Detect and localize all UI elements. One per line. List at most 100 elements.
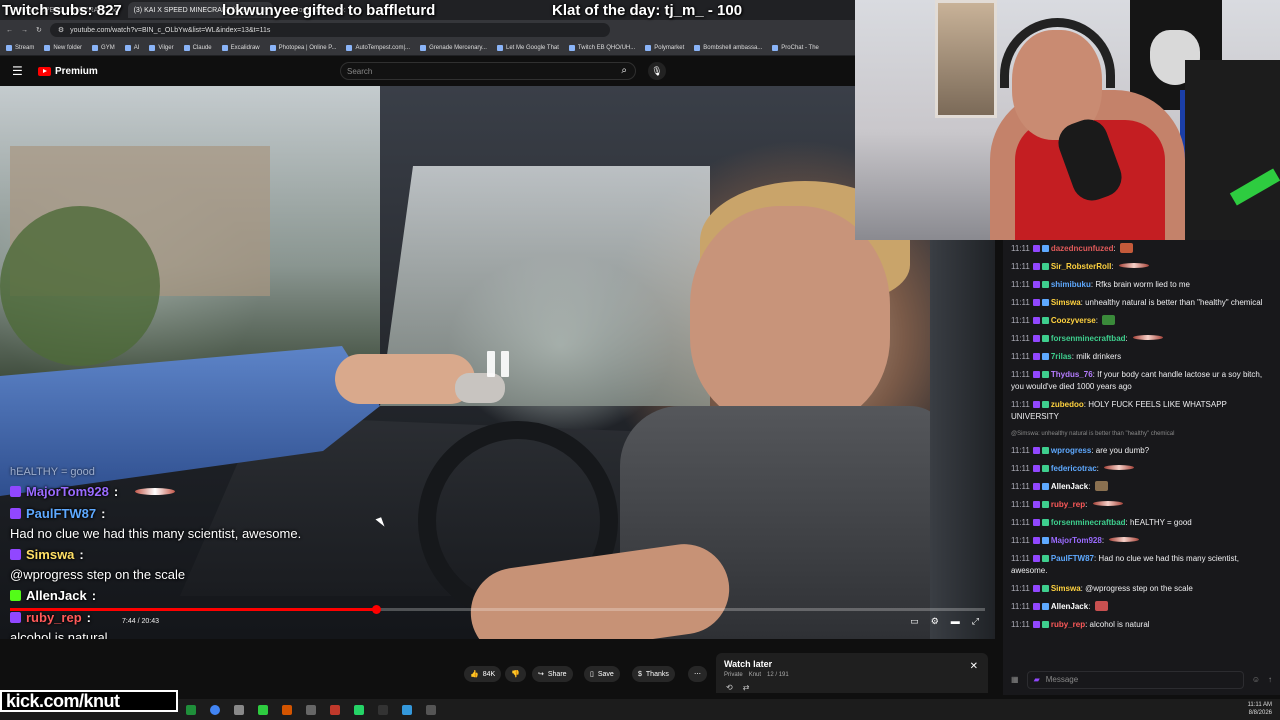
chat-username[interactable]: AllenJack [1051,482,1088,491]
bookmark-item[interactable]: Twitch EB QHO/UH... [568,44,635,51]
bookmark-item[interactable]: Photopea | Online P... [269,44,336,51]
bookmark-item[interactable]: Polymarket [645,44,684,51]
chat-message[interactable]: 11:11 Coozyverse: [1011,312,1272,330]
loop-icon[interactable]: ⟲ [726,683,733,692]
chat-username[interactable]: dazedncunfuzed [1051,244,1114,253]
chat-username[interactable]: forsenminecraftbad [1051,518,1126,527]
chat-username[interactable]: Thydus_76 [1051,370,1093,379]
taskbar-app-icon[interactable] [306,704,316,715]
chat-message[interactable]: 11:11 forsenminecraftbad: [1011,330,1272,348]
chat-message[interactable]: 11:11 zubedoo: HOLY FUCK FEELS LIKE WHATS… [1011,396,1272,426]
bookmark-item[interactable]: Grenade Mercenary... [420,44,487,51]
bookmark-item[interactable]: New folder [44,44,82,51]
chat-message[interactable]: 11:11 Simswa: @wprogress step on the scal… [1011,580,1272,598]
taskbar-app-icon[interactable] [258,704,268,715]
theater-icon[interactable]: ▬ [951,616,960,627]
save-button[interactable]: ▯ Save [584,666,620,682]
chat-username[interactable]: zubedoo [1051,400,1084,409]
chat-username[interactable]: Simswa [1051,584,1081,593]
emote-picker-icon[interactable]: ☺ [1252,674,1260,686]
share-button[interactable]: ↪ Share [532,666,573,682]
chat-message[interactable]: 11:11 Simswa: unhealthy natural is better… [1011,294,1272,312]
taskbar-app-icon[interactable] [402,704,412,715]
search-icon[interactable]: ⌕ [621,65,627,76]
bookmark-item[interactable]: GYM [92,44,115,51]
chat-message[interactable]: 11:11 AllenJack: [1011,478,1272,496]
badge-icon: ▰ [1033,675,1040,684]
grid-icon[interactable]: ▦ [1011,674,1019,686]
voice-search-icon[interactable]: 🎙 [648,62,666,80]
chat-message[interactable]: 11:11 Thydus_76: If your body cant handle… [1011,366,1272,396]
forward-icon[interactable]: → [21,27,28,34]
progress-scrubber[interactable] [371,605,381,614]
bookmark-item[interactable]: ProChat - The [772,44,819,51]
chat-username[interactable]: Simswa [1051,298,1081,307]
chat-message[interactable]: 11:11 federicotrac: [1011,460,1272,478]
chat-username[interactable]: MajorTom928 [1051,536,1102,545]
reload-icon[interactable]: ↻ [36,26,42,34]
chat-username[interactable]: 7rilas [1051,352,1072,361]
bookmark-icon [420,44,427,51]
chat-username[interactable]: federicotrac [1051,464,1097,473]
chat-message[interactable]: 11:11 Sir_RobsterRoll: [1011,258,1272,276]
system-tray-clock[interactable]: 11:11 AM 8/8/2026 [1248,701,1272,717]
chat-message[interactable]: 11:11 forsenminecraftbad: hEALTHY = good [1011,514,1272,532]
chat-message[interactable]: 11:11 PaulFTW87: Had no clue we had this … [1011,550,1272,580]
bookmark-item[interactable]: AI [124,44,139,51]
dislike-button[interactable]: 👎 [505,666,526,682]
chat-username[interactable]: ruby_rep [1051,500,1085,509]
captions-icon[interactable]: ▭ [910,616,919,627]
chat-message[interactable]: 11:11 7rilas: milk drinkers [1011,348,1272,366]
chat-badge-icon [1041,371,1049,378]
bookmark-item[interactable]: Excalidraw [221,44,260,51]
thanks-button[interactable]: $ Thanks [632,666,675,682]
shuffle-icon[interactable]: ⇄ [743,683,750,692]
more-actions-button[interactable]: ⋯ [688,666,707,682]
chat-username[interactable]: ruby_rep [1051,620,1085,629]
chat-username[interactable]: AllenJack [1051,602,1088,611]
chat-message[interactable]: 11:11 ruby_rep: alcohol is natural [1011,616,1272,634]
taskbar-app-icon[interactable] [186,704,196,715]
url-field[interactable]: ⚙ youtube.com/watch?v=BIN_c_OLbYw&list=W… [49,23,610,37]
playlist-title[interactable]: Watch later [724,659,980,669]
chat-username[interactable]: PaulFTW87 [1051,554,1094,563]
chat-username[interactable]: Coozyverse [1051,316,1096,325]
bookmark-item[interactable]: AutoTempest.com|... [346,44,410,51]
chat-message[interactable]: 11:11 MajorTom928: [1011,532,1272,550]
chat-message[interactable]: 11:11 shimibuku: Rfks brain worm lied to … [1011,276,1272,294]
fullscreen-icon[interactable]: ⤢ [972,616,979,627]
menu-icon[interactable]: ☰ [12,64,26,78]
search-input[interactable]: Search ⌕ [340,62,636,80]
bookmark-icon [568,44,575,51]
site-info-icon[interactable]: ⚙ [58,26,64,34]
back-icon[interactable]: ← [6,27,13,34]
chat-username[interactable]: shimibuku [1051,280,1091,289]
settings-icon[interactable]: ⚙ [931,616,939,627]
taskbar-app-icon[interactable] [426,704,436,715]
like-button[interactable]: 👍 84K [464,666,502,682]
bookmark-item[interactable]: Vilger [149,44,174,51]
taskbar-app-icon[interactable] [378,704,388,715]
chat-input[interactable]: ▰ Message [1026,671,1244,689]
bookmark-item[interactable]: Bombshell ambassa... [694,44,762,51]
chat-message[interactable]: 11:11 wprogress: are you dumb? [1011,442,1272,460]
bookmark-item[interactable]: Let Me Google That [496,44,559,51]
chat-username[interactable]: forsenminecraftbad [1051,334,1126,343]
youtube-logo[interactable]: Premium [38,66,98,77]
chat-message[interactable]: 11:11 ruby_rep: [1011,496,1272,514]
taskbar-app-icon[interactable] [234,704,244,715]
bookmark-item[interactable]: Stream [6,44,34,51]
taskbar-app-icon[interactable] [282,704,292,715]
bookmark-icon [772,44,779,51]
pause-icon[interactable] [487,351,509,377]
send-icon[interactable]: ↑ [1268,674,1272,686]
whatsapp-icon[interactable] [354,704,364,715]
close-icon[interactable]: ✕ [970,661,978,672]
chat-username[interactable]: wprogress [1051,446,1091,455]
chat-username[interactable]: Sir_RobsterRoll [1051,262,1111,271]
chrome-icon[interactable] [210,704,220,715]
bookmark-item[interactable]: Claude [183,44,212,51]
chat-message[interactable]: 11:11 dazedncunfuzed: [1011,240,1272,258]
chat-message[interactable]: 11:11 AllenJack: [1011,598,1272,616]
taskbar-app-icon[interactable] [330,704,340,715]
